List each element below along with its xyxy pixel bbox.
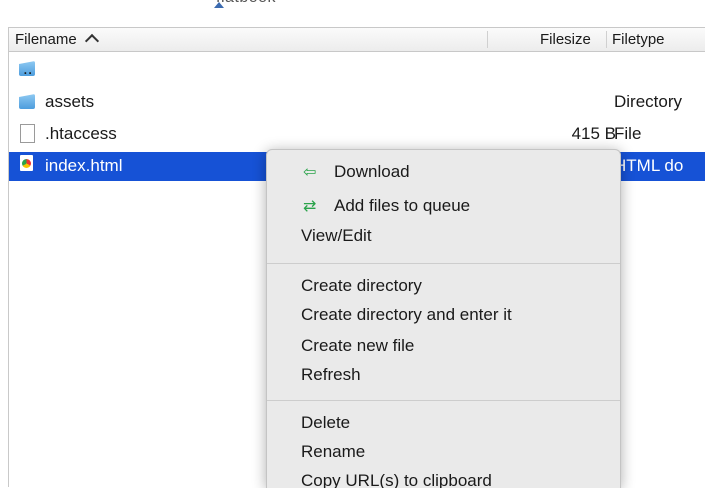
clipped-title: flatbook	[216, 0, 276, 7]
file-row-htaccess[interactable]: .htaccess 415 B File	[9, 122, 705, 147]
file-name: .htaccess	[45, 124, 117, 143]
menu-item-create-directory-enter[interactable]: Create directory and enter it	[301, 305, 512, 325]
folder-icon	[19, 94, 35, 109]
menu-item-download[interactable]: ⇦ Download	[303, 162, 410, 182]
top-strip: flatbook	[0, 0, 705, 14]
file-name: assets	[45, 92, 95, 111]
column-filesize[interactable]: Filesize	[540, 31, 591, 48]
file-list-header: Filename Filesize Filetype	[9, 27, 705, 52]
menu-item-create-directory[interactable]: Create directory	[301, 276, 422, 296]
menu-item-create-new-file[interactable]: Create new file	[301, 336, 414, 356]
left-arrow-icon: ⇦	[303, 164, 317, 181]
sort-ascending-icon	[84, 33, 99, 49]
file-row-assets[interactable]: assets Directory	[9, 90, 705, 115]
menu-item-copy-urls[interactable]: Copy URL(s) to clipboard	[301, 471, 492, 488]
menu-separator	[267, 400, 620, 401]
file-name: ..	[23, 59, 33, 78]
html-file-icon	[20, 155, 33, 171]
menu-item-view-edit[interactable]: View/Edit	[301, 226, 372, 246]
menu-item-rename[interactable]: Rename	[301, 442, 365, 462]
add-queue-icon: ⇄	[303, 198, 317, 215]
file-type: File	[614, 124, 642, 143]
context-menu: ⇦ Download ⇄ Add files to queue View/Edi…	[266, 149, 621, 488]
file-row-parent[interactable]: ..	[9, 57, 705, 82]
file-size: 415 B	[571, 124, 616, 143]
menu-item-delete[interactable]: Delete	[301, 413, 350, 433]
file-icon	[20, 124, 35, 143]
menu-separator	[267, 263, 620, 264]
column-separator[interactable]	[606, 31, 607, 48]
column-separator[interactable]	[487, 31, 488, 48]
file-name: index.html	[45, 156, 123, 175]
file-type: Directory	[614, 92, 683, 111]
menu-item-add-to-queue[interactable]: ⇄ Add files to queue	[303, 196, 470, 216]
column-filename[interactable]: Filename	[15, 31, 99, 49]
column-filetype[interactable]: Filetype	[612, 31, 665, 48]
file-type: HTML do	[614, 156, 684, 175]
menu-item-refresh[interactable]: Refresh	[301, 365, 361, 385]
